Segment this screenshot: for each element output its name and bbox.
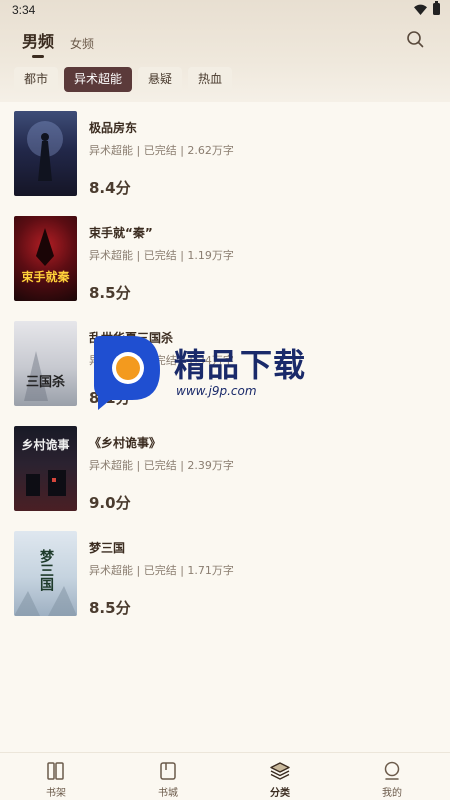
book-item[interactable]: 乡村诡事 《乡村诡事》 异术超能 | 已完结 | 2.39万字 9.0分 xyxy=(14,426,434,512)
book-cover: 三国杀 xyxy=(14,321,77,406)
book-meta: 异术超能 | 已完结 | 2.39万字 xyxy=(89,459,234,472)
status-time: 3:34 xyxy=(12,3,36,17)
nav-label: 书城 xyxy=(158,788,178,799)
nav-label: 书架 xyxy=(46,788,66,799)
book-score: 8.5分 xyxy=(89,284,131,302)
book-item[interactable]: 梦三国 梦三国 异术超能 | 已完结 | 1.71万字 8.5分 xyxy=(14,531,434,617)
tab-male[interactable]: 男频 xyxy=(22,28,54,58)
nav-label: 我的 xyxy=(382,788,402,799)
category-tab-yishu[interactable]: 异术超能 xyxy=(64,67,133,92)
category-tab-dushi[interactable]: 都市 xyxy=(14,67,59,92)
village-illustration xyxy=(26,470,66,496)
profile-icon xyxy=(384,761,400,780)
book-meta: 异术超能 | 已完结 | 1.71万字 xyxy=(89,564,234,577)
bottom-nav: 书架 书城 分类 我的 xyxy=(0,752,450,800)
book-meta: 异术超能 | 已完结 | 1.19万字 xyxy=(89,249,234,262)
nav-label: 分类 xyxy=(270,788,290,799)
book-score: 9.0分 xyxy=(89,494,131,512)
battery-icon xyxy=(433,1,440,15)
book-cover xyxy=(14,111,77,196)
book-cover: 乡村诡事 xyxy=(14,426,77,511)
bookstore-icon xyxy=(160,762,176,780)
category-tab-xuanyi[interactable]: 悬疑 xyxy=(138,67,183,92)
book-score: 8.4分 xyxy=(89,179,131,197)
book-cover: 梦三国 xyxy=(14,531,77,616)
gender-tabs: 男频 女频 xyxy=(22,28,94,58)
figure-illustration xyxy=(27,121,63,181)
cover-title: 三国杀 xyxy=(25,375,65,390)
tab-female[interactable]: 女频 xyxy=(70,35,94,58)
cover-title: 束手就秦 xyxy=(21,270,70,284)
status-icons xyxy=(414,1,440,15)
book-title: 极品房东 xyxy=(89,121,138,135)
book-item[interactable]: 三国杀 乱世华夏三国杀 异术超能 | 已完结 | 1.34万字 8.1分 xyxy=(14,321,434,407)
nav-bookstore[interactable]: 书城 xyxy=(112,753,224,800)
status-bar: 3:34 xyxy=(0,0,450,20)
book-meta: 异术超能 | 已完结 | 2.62万字 xyxy=(89,144,234,157)
book-title: 乱世华夏三国杀 xyxy=(89,331,174,345)
figure-illustration xyxy=(36,228,54,266)
nav-profile[interactable]: 我的 xyxy=(336,753,448,800)
book-cover: 束手就秦 xyxy=(14,216,77,301)
book-title: 《乡村诡事》 xyxy=(89,436,162,450)
wifi-icon xyxy=(414,4,427,15)
nav-bookshelf[interactable]: 书架 xyxy=(0,753,112,800)
category-tabs: 都市 异术超能 悬疑 热血 xyxy=(14,67,233,92)
book-title: 束手就“秦” xyxy=(89,226,153,240)
header: 3:34 男频 女频 都市 异术超能 悬疑 热血 xyxy=(0,0,450,102)
category-icon xyxy=(270,762,290,780)
search-icon[interactable] xyxy=(406,30,424,48)
book-item[interactable]: 极品房东 异术超能 | 已完结 | 2.62万字 8.4分 xyxy=(14,111,434,197)
book-score: 8.1分 xyxy=(89,389,131,407)
cover-title: 梦三国 xyxy=(38,549,54,591)
figure-illustration xyxy=(24,351,48,401)
book-item[interactable]: 束手就秦 束手就“秦” 异术超能 | 已完结 | 1.19万字 8.5分 xyxy=(14,216,434,302)
nav-category[interactable]: 分类 xyxy=(224,753,336,800)
book-title: 梦三国 xyxy=(89,541,126,555)
bookshelf-icon xyxy=(47,762,64,780)
category-tab-rexue[interactable]: 热血 xyxy=(188,67,233,92)
book-meta: 异术超能 | 已完结 | 1.34万字 xyxy=(89,354,234,367)
book-score: 8.5分 xyxy=(89,599,131,617)
